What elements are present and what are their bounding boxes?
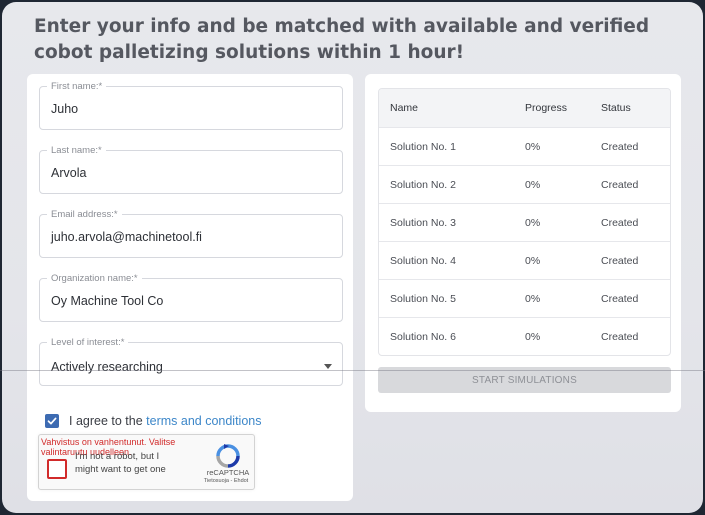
- table-row: Solution No. 5 0% Created: [379, 279, 670, 317]
- solution-name: Solution No. 6: [390, 330, 456, 343]
- solution-status: Created: [601, 216, 639, 229]
- chevron-down-icon: [324, 364, 332, 369]
- contact-form: First name:* Juho Last name:* Arvola Ema…: [27, 74, 353, 501]
- solution-status: Created: [601, 178, 639, 191]
- solution-name: Solution No. 4: [390, 254, 456, 267]
- solution-progress: 0%: [525, 330, 541, 343]
- solution-progress: 0%: [525, 178, 541, 191]
- last-name-label: Last name:*: [47, 145, 106, 156]
- column-header-name: Name: [390, 102, 419, 114]
- recaptcha-links[interactable]: Tietosuoja - Ehdot: [197, 478, 255, 484]
- app-frame: Enter your info and be matched with avai…: [2, 2, 703, 513]
- solution-progress: 0%: [525, 216, 541, 229]
- interest-selected-value: Actively researching: [51, 360, 163, 374]
- solution-name: Solution No. 2: [390, 178, 456, 191]
- last-name-value: Arvola: [51, 166, 87, 180]
- terms-prefix: I agree to the: [69, 414, 147, 428]
- terms-link[interactable]: terms and conditions: [146, 414, 261, 428]
- interest-label: Level of interest:*: [47, 337, 129, 348]
- solution-progress: 0%: [525, 140, 541, 153]
- last-name-field[interactable]: Last name:* Arvola: [39, 145, 343, 194]
- checkmark-icon: [47, 417, 57, 425]
- solutions-table: Name Progress Status Solution No. 1 0% C…: [378, 88, 671, 356]
- solution-status: Created: [601, 140, 639, 153]
- table-row: Solution No. 3 0% Created: [379, 203, 670, 241]
- table-header-row: Name Progress Status: [379, 89, 670, 127]
- interest-select[interactable]: Level of interest:* Actively researching: [39, 337, 343, 386]
- solution-name: Solution No. 5: [390, 292, 456, 305]
- solution-status: Created: [601, 292, 639, 305]
- terms-agreement: I agree to the terms and conditions: [45, 414, 261, 428]
- table-row: Solution No. 2 0% Created: [379, 165, 670, 203]
- table-row: Solution No. 1 0% Created: [379, 127, 670, 165]
- organization-field[interactable]: Organization name:* Oy Machine Tool Co: [39, 273, 343, 322]
- organization-value: Oy Machine Tool Co: [51, 294, 164, 308]
- first-name-value: Juho: [51, 102, 79, 116]
- email-field[interactable]: Email address:* juho.arvola@machinetool.…: [39, 209, 343, 258]
- table-row: Solution No. 6 0% Created: [379, 317, 670, 355]
- organization-label: Organization name:*: [47, 273, 142, 284]
- solutions-panel: Name Progress Status Solution No. 1 0% C…: [365, 74, 681, 412]
- recaptcha-checkbox[interactable]: [47, 459, 67, 479]
- recaptcha-brand: reCAPTCHA: [206, 468, 250, 477]
- solution-progress: 0%: [525, 292, 541, 305]
- email-label: Email address:*: [47, 209, 122, 220]
- column-header-progress: Progress: [525, 102, 568, 114]
- solution-name: Solution No. 1: [390, 140, 456, 153]
- solution-status: Created: [601, 254, 639, 267]
- terms-text: I agree to the terms and conditions: [69, 414, 261, 428]
- first-name-field[interactable]: First name:* Juho: [39, 81, 343, 130]
- solution-progress: 0%: [525, 254, 541, 267]
- recaptcha-label: I'm not a robot, but I might want to get…: [75, 451, 166, 475]
- column-header-status: Status: [601, 102, 631, 114]
- screen-artifact-line: [0, 370, 705, 371]
- email-value: juho.arvola@machinetool.fi: [51, 230, 202, 244]
- table-row: Solution No. 4 0% Created: [379, 241, 670, 279]
- solution-name: Solution No. 3: [390, 216, 456, 229]
- page-headline: Enter your info and be matched with avai…: [34, 16, 650, 63]
- terms-checkbox[interactable]: [45, 414, 59, 428]
- first-name-label: First name:*: [47, 81, 107, 92]
- recaptcha-logo-icon: [216, 444, 240, 468]
- solution-status: Created: [601, 330, 639, 343]
- recaptcha-widget: Vahvistus on vanhentunut. Valitse valint…: [38, 434, 255, 490]
